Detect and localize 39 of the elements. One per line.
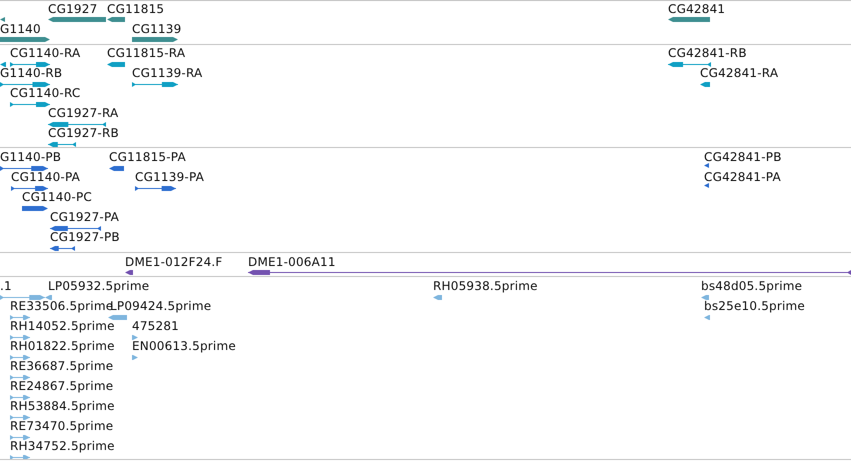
feature-label: RH01822.5prime bbox=[10, 339, 115, 353]
feature-label: RH14052.5prime bbox=[10, 319, 115, 333]
feature-label: CG1927-PA bbox=[50, 210, 120, 224]
feature-label: DME1-006A11 bbox=[248, 255, 336, 269]
feature-label: CG1139-PA bbox=[135, 170, 204, 184]
feature-label: CG1140-PA bbox=[11, 170, 80, 184]
feature-label: CG1139-RA bbox=[132, 66, 202, 80]
feature-label: CG1139 bbox=[132, 22, 182, 36]
feature-label: RE24867.5prime bbox=[10, 379, 114, 393]
feature-label: RH53884.5prime bbox=[10, 399, 115, 413]
feature-label: CG42841 bbox=[668, 2, 726, 16]
feature-label: CG1927 bbox=[48, 2, 98, 16]
feature-label: CG1927-PB bbox=[50, 230, 120, 244]
feature-label: CG1927-RA bbox=[48, 106, 118, 120]
feature-label: CG1140-PC bbox=[22, 190, 92, 204]
feature-label: 475281 bbox=[132, 319, 180, 333]
feature-label: G1140-PB bbox=[0, 150, 62, 164]
feature-label: RE73470.5prime bbox=[10, 419, 114, 433]
feature-label: .1 bbox=[0, 279, 12, 293]
feature-label: CG11815-PA bbox=[109, 150, 186, 164]
feature-label: CG1140-RA bbox=[10, 46, 80, 60]
feature-label: G1140 bbox=[0, 22, 41, 36]
feature-label: G1140-RB bbox=[0, 66, 62, 80]
feature-label: LP05932.5prime bbox=[48, 279, 150, 293]
feature-label: RE36687.5prime bbox=[10, 359, 114, 373]
feature-label: CG11815 bbox=[107, 2, 164, 16]
feature-label: RH34752.5prime bbox=[10, 439, 115, 453]
feature-label: EN00613.5prime bbox=[132, 339, 236, 353]
feature-label: bs48d05.5prime bbox=[701, 279, 802, 293]
feature-label: CG42841-PA bbox=[704, 170, 781, 184]
feature-label: CG42841-RA bbox=[700, 66, 778, 80]
feature-label: bs25e10.5prime bbox=[704, 299, 805, 313]
feature-label: RH05938.5prime bbox=[433, 279, 538, 293]
feature-label: CG1140-RC bbox=[10, 86, 80, 100]
feature-label: CG42841-PB bbox=[704, 150, 782, 164]
feature-label: DME1-012F24.F bbox=[125, 255, 223, 269]
feature-label: CG11815-RA bbox=[107, 46, 186, 60]
feature-label: CG42841-RB bbox=[668, 46, 747, 60]
feature-label: CG1927-RB bbox=[48, 126, 119, 140]
